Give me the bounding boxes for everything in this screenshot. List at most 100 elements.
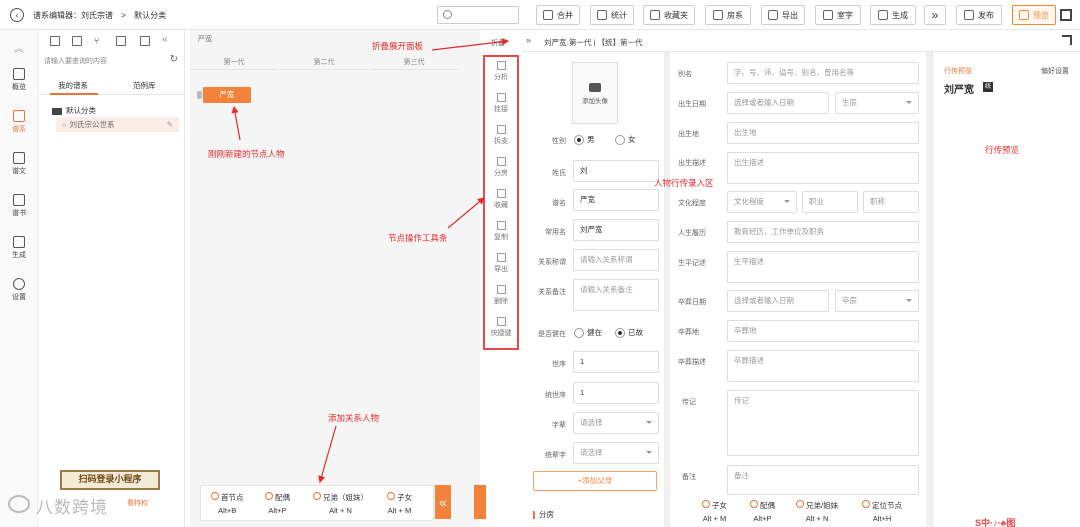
house-split-button[interactable]: 分房 [485,157,517,178]
add-spouse-button[interactable]: 配偶 Alt+P [265,492,290,515]
edit-icon[interactable]: ✎ [167,117,173,132]
favorites-button[interactable]: 收藏夹 [643,5,695,25]
tab-my-genealogy[interactable]: 我的谱系 [58,80,88,91]
photo-upload[interactable]: 添加头像 [572,62,618,124]
dashboard-icon [13,68,25,80]
life-input[interactable]: 生平描述 [727,251,919,283]
nav-generate[interactable]: 生成 [0,236,38,260]
education-select[interactable]: 文化程度 [727,191,797,213]
career-input[interactable]: 教育经历、工作单位及职务 [727,221,919,243]
person-node[interactable]: 严宽 [203,87,251,103]
publish-button[interactable]: 发布 [956,5,1002,25]
copy-icon[interactable] [116,36,126,46]
privilege-link[interactable]: 看特权 [127,498,148,508]
surname-input[interactable]: 刘 [573,160,659,182]
breadcrumb-root[interactable]: 谱系编辑器：刘氏宗谱 [33,11,113,20]
delete-button[interactable]: 删除 [485,285,517,306]
more-button[interactable]: » [924,5,946,25]
char2-select[interactable]: 请选择 [573,442,659,464]
nav-documents[interactable]: 谱文 [0,152,38,176]
collapse-addbar-button[interactable]: « [435,485,451,519]
add-sibling-button[interactable]: 兄弟（姐妹） Alt + N [313,492,368,515]
nav-genealogy[interactable]: 谱系 [0,110,38,134]
genealogy-search-input[interactable]: 请输入要查询的内容 ↻ [44,54,178,66]
tree-canvas[interactable] [190,30,480,527]
scrollbar[interactable] [664,52,670,527]
trash-icon[interactable] [140,36,150,46]
birthplace-input[interactable]: 出生地 [727,122,919,144]
favorite-button[interactable]: 收藏 [485,189,517,210]
gen-order-input[interactable]: 1 [573,382,659,404]
add-sibling-button[interactable]: 兄弟/姐妹 Alt + N [796,500,838,523]
room-word-button[interactable]: 室字 [815,5,861,25]
fullscreen-icon[interactable] [1060,9,1072,21]
add-child-button[interactable]: 子女 Alt + M [702,500,727,523]
house-button[interactable]: 房系 [705,5,751,25]
death-date-input[interactable]: 选择或者输入日期 [727,290,829,312]
alias-input[interactable]: 字、号、讳、谥号、别名、曾用名等 [727,62,919,84]
relation-note-input[interactable]: 请输入关系备注 [573,279,659,311]
attach-button[interactable]: 挂接 [485,93,517,114]
double-chevron-left-icon[interactable]: « [162,35,172,46]
tree-item-genealogy[interactable]: ⌂ 刘氏宗公世系 ✎ [56,117,179,132]
biography-input[interactable]: 传记 [727,390,919,456]
birth-desc-input[interactable]: 出生描述 [727,152,919,184]
alive-yes-radio[interactable]: 健在 [574,327,602,339]
miniprogram-banner[interactable]: 扫码登录小程序 [60,470,160,490]
add-child-button[interactable]: 子女 Alt + M [387,492,412,515]
gen-num-label: 世序 [552,361,566,368]
generate-button[interactable]: 生成 [870,5,916,25]
node-export-button[interactable]: 导出 [485,253,517,274]
job-input[interactable]: 职业 [802,191,858,213]
death-zodiac-select[interactable]: 卒辰 [835,290,919,312]
nav-book[interactable]: 谱书 [0,194,38,218]
note-input[interactable]: 备注 [727,465,919,495]
merge-icon [543,10,553,20]
burial-input[interactable]: 卒葬地 [727,320,919,342]
export-button[interactable]: 导出 [761,5,805,25]
nav-overview[interactable]: 概览 [0,68,38,92]
preview-button[interactable]: 预览 [1012,5,1056,25]
title-input[interactable]: 职称 [863,191,919,213]
resize-icon[interactable] [1062,35,1072,45]
collapse-label[interactable]: 折叠 [491,38,505,48]
birth-date-input[interactable]: 选择或者输入日期 [727,92,829,114]
preview-tab[interactable]: 行传预览 [944,66,972,76]
add-icon[interactable] [72,36,82,46]
alive-no-radio[interactable]: 已故 [615,327,643,339]
gen-num-input[interactable]: 1 [573,351,659,373]
add-spouse-button[interactable]: 配偶 Alt+P [750,500,775,523]
back-icon[interactable]: ‹ [10,8,24,22]
drag-handle-icon[interactable] [197,91,202,99]
shortcuts-button[interactable]: 快捷键 [485,317,517,338]
canvas-side-tab[interactable] [474,485,486,519]
left-nav: ︽ 概览 谱系 谱文 谱书 生成 设置 [0,30,38,527]
relation-input[interactable]: 请输入关系称谓 [573,249,659,271]
common-name-input[interactable]: 刘严宽 [573,219,659,241]
preference-settings-link[interactable]: 偏好设置 [1041,66,1069,76]
search-input[interactable] [437,6,519,24]
add-parents-button[interactable]: +添加父母 [533,471,657,491]
gender-male-radio[interactable]: 男 [574,134,595,146]
locate-node-button[interactable]: 定位节点 Alt+H [862,500,902,523]
char-select[interactable]: 请选择 [573,412,659,434]
branch-icon[interactable]: ⑂ [94,36,104,46]
gender-female-radio[interactable]: 女 [615,134,636,146]
refresh-icon[interactable]: ↻ [170,54,178,65]
given-name-input[interactable]: 严宽 [573,189,659,211]
split-button[interactable]: 拆支 [485,125,517,146]
analyze-button[interactable]: 分析 [485,61,517,82]
birth-zodiac-select[interactable]: 生辰 [835,92,919,114]
add-first-node-button[interactable]: 首节点 Alt+B [211,492,244,515]
annotation-collapse-panel: 折叠展开面板 [372,42,424,52]
double-chevron-right-icon[interactable]: » [526,35,531,45]
new-folder-icon[interactable] [50,36,60,46]
copy-button[interactable]: 复制 [485,221,517,242]
nav-collapse[interactable]: ︽ [0,40,38,55]
burial-desc-input[interactable]: 卒葬描述 [727,350,919,382]
nav-settings[interactable]: 设置 [0,278,38,302]
merge-button[interactable]: 合并 [536,5,580,25]
stats-button[interactable]: 统计 [590,5,634,25]
tree-category[interactable]: 默认分类 [52,105,96,116]
tab-example-library[interactable]: 范例库 [133,80,156,91]
